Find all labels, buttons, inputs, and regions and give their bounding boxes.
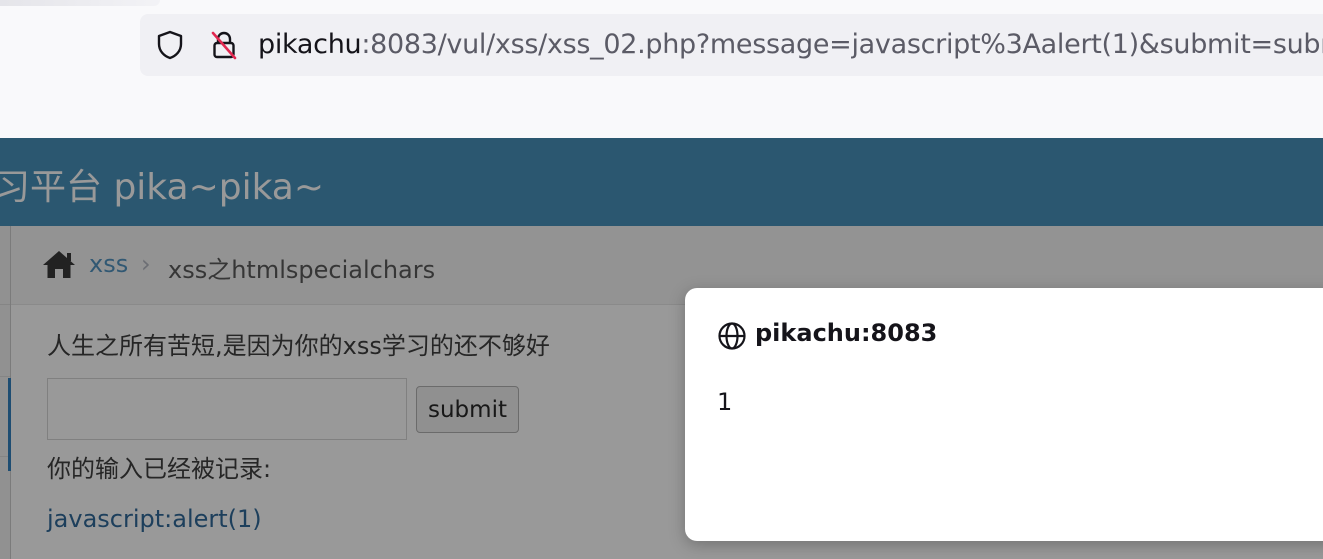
dialog-origin: pikachu:8083 xyxy=(755,319,938,347)
dialog-message: 1 xyxy=(717,388,733,416)
insecure-lock-icon[interactable] xyxy=(208,29,240,61)
globe-icon xyxy=(717,321,747,351)
url-path: :8083/vul/xss/xss_02.php?message=javascr… xyxy=(361,29,1323,60)
browser-toolbar: pikachu:8083/vul/xss/xss_02.php?message=… xyxy=(0,0,1323,138)
alert-dialog: pikachu:8083 1 xyxy=(685,288,1323,541)
shield-icon[interactable] xyxy=(154,29,186,61)
url-text[interactable]: pikachu:8083/vul/xss/xss_02.php?message=… xyxy=(258,26,1323,64)
address-bar[interactable]: pikachu:8083/vul/xss/xss_02.php?message=… xyxy=(140,14,1323,76)
tab-strip-edge xyxy=(0,0,160,6)
url-host: pikachu xyxy=(258,29,362,60)
